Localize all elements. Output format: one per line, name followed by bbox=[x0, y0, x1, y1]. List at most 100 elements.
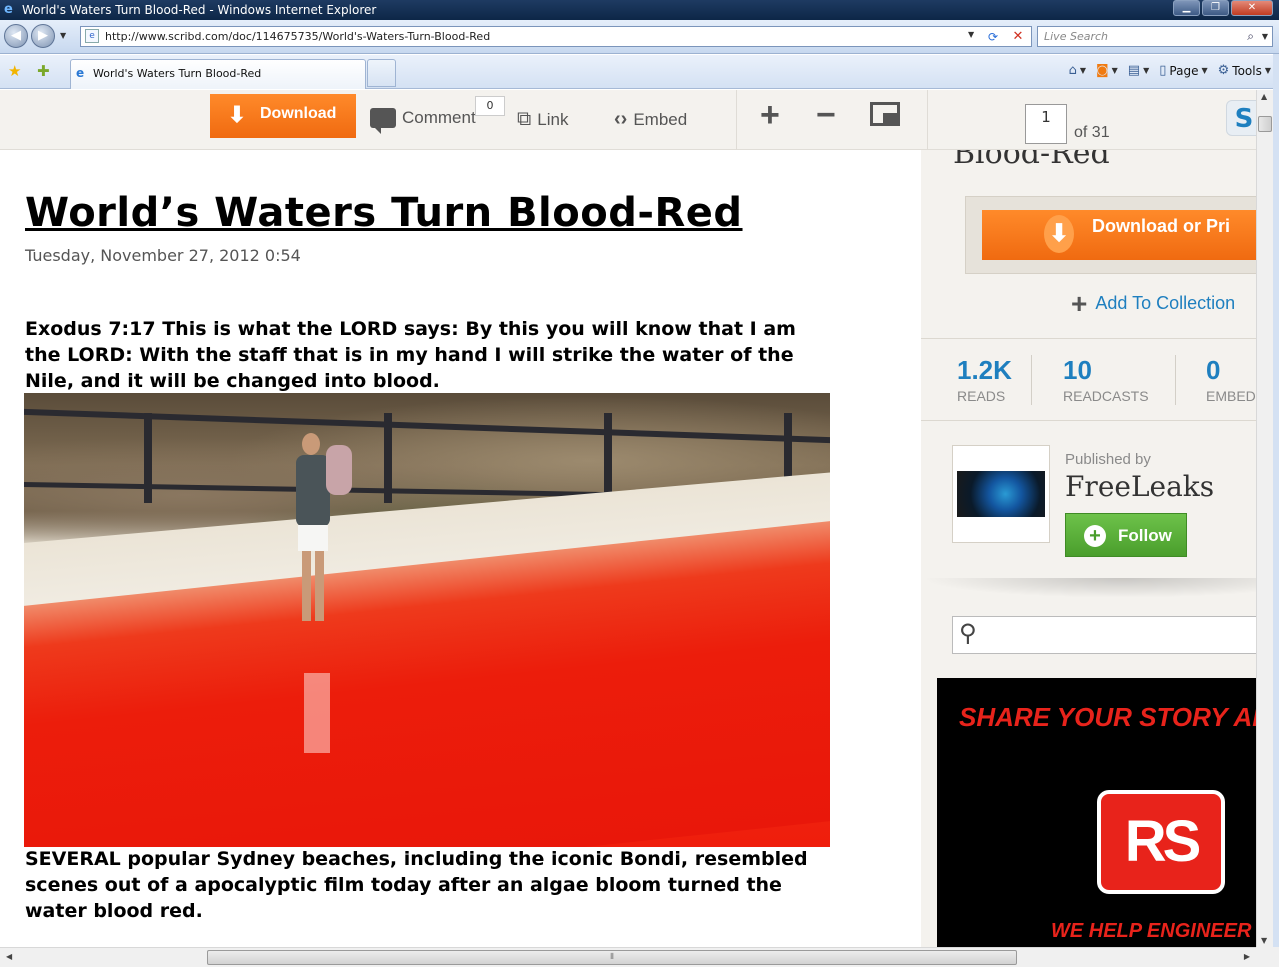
sidebar: Blood-Red ⬇ Download or Pri + Add To Coll… bbox=[921, 150, 1256, 947]
publisher-name[interactable]: FreeLeaks bbox=[1065, 470, 1214, 503]
refresh-icon[interactable]: ⟳ bbox=[985, 29, 1001, 45]
url-dropdown-icon[interactable]: ▼ bbox=[968, 30, 974, 39]
ad-tagline: WE HELP ENGINEER bbox=[1051, 920, 1252, 942]
document-page: World’s Waters Turn Blood-Red Tuesday, N… bbox=[3, 150, 921, 947]
publisher-avatar[interactable] bbox=[952, 445, 1050, 543]
download-label: Download bbox=[260, 105, 337, 122]
close-button[interactable]: ✕ bbox=[1231, 0, 1273, 16]
rss-icon: ◙ bbox=[1096, 63, 1109, 78]
home-button[interactable]: ⌂ ▼ bbox=[1069, 63, 1086, 78]
search-dropdown-icon[interactable]: ▼ bbox=[1262, 27, 1268, 46]
embed-button[interactable]: ‹› Embed bbox=[614, 108, 687, 131]
search-icon: ⚲ bbox=[959, 619, 977, 647]
search-icon[interactable]: ⌕ bbox=[1247, 27, 1254, 46]
search-placeholder: Live Search bbox=[1044, 30, 1108, 43]
page-icon: e bbox=[85, 29, 99, 43]
page-number-input[interactable]: 1 bbox=[1025, 104, 1067, 144]
comment-icon bbox=[370, 108, 396, 134]
address-bar: ◀ ▶ ▼ e http://www.scribd.com/doc/114675… bbox=[0, 20, 1279, 54]
plus-icon: + bbox=[1084, 525, 1106, 547]
window-right-edge bbox=[1273, 54, 1279, 947]
horizontal-scrollbar[interactable]: ◀ ⦀ ▶ bbox=[0, 947, 1256, 967]
document-paragraph: Exodus 7:17 This is what the LORD says: … bbox=[25, 318, 796, 392]
published-by-label: Published by bbox=[1065, 451, 1151, 468]
fullscreen-icon[interactable] bbox=[870, 102, 900, 126]
comment-button[interactable]: Comment bbox=[370, 108, 476, 134]
download-arrow-icon: ⬇ bbox=[1044, 215, 1074, 253]
url-text: http://www.scribd.com/doc/114675735/Worl… bbox=[105, 30, 491, 43]
comment-label: Comment bbox=[402, 108, 476, 127]
zoom-in-button[interactable]: + bbox=[760, 96, 780, 135]
vertical-scroll-thumb[interactable] bbox=[1258, 116, 1272, 132]
divider bbox=[921, 338, 1256, 339]
link-icon: ⧉ bbox=[517, 108, 532, 130]
document-paragraph: SEVERAL popular Sydney beaches, includin… bbox=[25, 848, 808, 922]
scroll-right-icon[interactable]: ▶ bbox=[1244, 952, 1250, 961]
add-favorites-icon[interactable]: ✚ bbox=[37, 62, 50, 80]
print-button[interactable]: ▤ ▼ bbox=[1128, 63, 1149, 78]
history-dropdown-icon[interactable]: ▼ bbox=[60, 31, 66, 40]
sidebar-doc-title: Blood-Red bbox=[953, 150, 1110, 171]
section-shadow bbox=[921, 578, 1256, 598]
stat-embeds: 0 EMBED bbox=[1206, 355, 1256, 404]
link-button[interactable]: ⧉ Link bbox=[517, 108, 568, 131]
feeds-button[interactable]: ◙ ▼ bbox=[1096, 63, 1118, 78]
download-print-button[interactable]: ⬇ Download or Pri bbox=[982, 210, 1256, 260]
window-title: World's Waters Turn Blood-Red - Windows … bbox=[22, 3, 377, 17]
ie-logo-icon: e bbox=[4, 2, 13, 17]
beach-photo bbox=[24, 393, 830, 847]
page-menu[interactable]: ▯ Page ▼ bbox=[1159, 63, 1207, 78]
stat-divider bbox=[1175, 355, 1176, 405]
page-total: of 31 bbox=[1074, 124, 1110, 141]
minimize-button[interactable]: ▁ bbox=[1173, 0, 1200, 16]
maximize-button[interactable]: ❐ bbox=[1202, 0, 1229, 16]
add-to-collection-link[interactable]: + Add To Collection bbox=[1071, 288, 1235, 320]
page-menu-icon: ▯ bbox=[1159, 63, 1167, 78]
comment-count-badge: 0 bbox=[475, 96, 505, 116]
live-search-input[interactable]: Live Search ⌕ ▼ bbox=[1037, 26, 1273, 47]
favorites-star-icon[interactable]: ★ bbox=[8, 62, 21, 80]
tab-current[interactable]: e World's Waters Turn Blood-Red bbox=[70, 59, 366, 89]
link-label: Link bbox=[537, 109, 569, 129]
url-input[interactable]: e http://www.scribd.com/doc/114675735/Wo… bbox=[80, 26, 1032, 47]
scroll-down-icon[interactable]: ▼ bbox=[1261, 936, 1267, 945]
stop-icon[interactable]: ✕ bbox=[1010, 29, 1026, 45]
horizontal-scroll-thumb[interactable]: ⦀ bbox=[207, 950, 1017, 965]
download-print-label: Download or Pri bbox=[1092, 216, 1231, 236]
gear-icon: ⚙ bbox=[1217, 63, 1230, 78]
stat-divider bbox=[1031, 355, 1032, 405]
download-arrow-icon: ⬇ bbox=[227, 102, 247, 127]
rs-logo: RS bbox=[1097, 790, 1225, 894]
scroll-up-icon[interactable]: ▲ bbox=[1261, 92, 1267, 101]
toolbar-divider bbox=[927, 90, 928, 150]
scroll-left-icon[interactable]: ◀ bbox=[6, 952, 12, 961]
home-icon: ⌂ bbox=[1068, 63, 1077, 78]
follow-button[interactable]: + Follow bbox=[1065, 513, 1187, 557]
sidebar-search-input[interactable]: ⚲ bbox=[952, 616, 1256, 654]
scribd-toolbar: ⬇ Download Comment ⧉ Link ‹› Embed + − 1… bbox=[0, 90, 1262, 150]
ad-headline: SHARE YOUR STORY AI bbox=[959, 702, 1256, 732]
tools-menu[interactable]: ⚙ Tools ▼ bbox=[1218, 63, 1271, 78]
scroll-corner bbox=[1256, 947, 1279, 967]
advertisement-banner[interactable]: SHARE YOUR STORY AI RS WE HELP ENGINEER bbox=[937, 678, 1256, 947]
forward-button[interactable]: ▶ bbox=[31, 24, 55, 48]
divider bbox=[921, 420, 1256, 421]
toolbar-divider bbox=[736, 90, 737, 150]
download-button[interactable]: ⬇ Download bbox=[210, 94, 356, 138]
embed-icon: ‹› bbox=[614, 108, 628, 130]
back-button[interactable]: ◀ bbox=[4, 24, 28, 48]
vertical-scrollbar[interactable]: ▲ ▼ bbox=[1256, 90, 1273, 947]
document-date: Tuesday, November 27, 2012 0:54 bbox=[25, 246, 301, 265]
new-tab-button[interactable] bbox=[367, 59, 396, 87]
document-title: World’s Waters Turn Blood-Red bbox=[25, 190, 743, 236]
follow-label: Follow bbox=[1118, 526, 1172, 545]
print-icon: ▤ bbox=[1127, 63, 1141, 78]
stat-readcasts: 10 READCASTS bbox=[1063, 355, 1149, 404]
stat-reads: 1.2K READS bbox=[957, 355, 1012, 404]
embed-label: Embed bbox=[633, 109, 688, 129]
window-titlebar: e World's Waters Turn Blood-Red - Window… bbox=[0, 0, 1279, 20]
command-bar: ⌂ ▼ ◙ ▼ ▤ ▼ ▯ Page ▼ ⚙ Tools ▼ bbox=[1069, 63, 1271, 78]
zoom-out-button[interactable]: − bbox=[816, 96, 836, 135]
add-collection-label: Add To Collection bbox=[1095, 293, 1236, 313]
tab-ie-icon: e bbox=[76, 66, 85, 80]
